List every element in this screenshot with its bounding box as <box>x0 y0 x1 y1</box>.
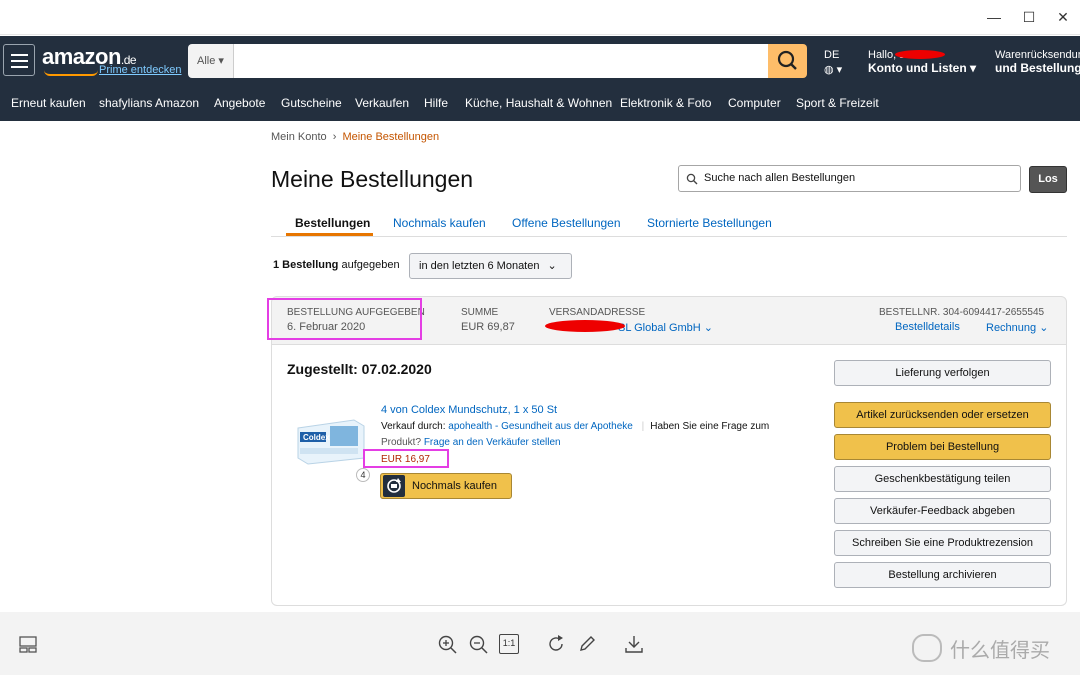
language-code: DE <box>824 49 840 61</box>
highlight-box-price <box>363 449 449 468</box>
seller-link[interactable]: apohealth - Gesundheit aus der Apotheke <box>448 421 633 432</box>
archive-order-button[interactable]: Bestellung archivieren <box>834 562 1051 588</box>
buy-again-icon <box>383 475 405 497</box>
highlight-box-date <box>267 298 422 340</box>
track-package-button[interactable]: Lieferung verfolgen <box>834 360 1051 386</box>
order-search-placeholder: Suche nach allen Bestellungen <box>704 172 856 184</box>
shipping-address-label: VERSANDADRESSE <box>549 307 646 318</box>
rotate-icon[interactable] <box>546 634 566 654</box>
subnav-computer[interactable]: Computer <box>728 96 781 110</box>
search-icon <box>686 173 698 185</box>
product-title-link[interactable]: 4 von Coldex Mundschutz, 1 x 50 St <box>381 404 557 416</box>
minimize-button[interactable]: — <box>984 8 1004 26</box>
order-search-button[interactable]: Los <box>1029 166 1067 193</box>
tab-bestellungen[interactable]: Bestellungen <box>295 216 370 230</box>
zoom-out-icon[interactable] <box>468 634 488 654</box>
tabs-divider <box>271 236 1067 237</box>
order-details-link[interactable]: Bestelldetails <box>895 321 960 333</box>
delivery-status: Zugestellt: 07.02.2020 <box>287 361 432 377</box>
order-search-input[interactable]: Suche nach allen Bestellungen <box>678 165 1021 192</box>
problem-order-button[interactable]: Problem bei Bestellung <box>834 434 1051 460</box>
subnav-user-amazon[interactable]: shafylians Amazon <box>99 96 199 110</box>
page-title: Meine Bestellungen <box>271 166 474 192</box>
quantity-badge: 4 <box>356 468 370 482</box>
breadcrumb-current: Meine Bestellungen <box>342 131 440 143</box>
subnav-sport[interactable]: Sport & Freizeit <box>796 96 879 110</box>
subnav-angebote[interactable]: Angebote <box>214 96 265 110</box>
order-sum-label: SUMME <box>461 307 499 318</box>
download-icon[interactable] <box>624 634 644 654</box>
actual-size-button[interactable]: 1:1 <box>499 634 519 654</box>
question-line: Produkt? Frage an den Verkäufer stellen <box>381 437 561 448</box>
language-selector[interactable]: DE ◍ ▾ <box>824 49 842 76</box>
divider: | <box>641 421 645 432</box>
tab-stornierte-bestellungen[interactable]: Stornierte Bestellungen <box>647 216 772 230</box>
redaction-mark <box>895 50 945 59</box>
invoice-dropdown[interactable]: Rechnung ⌄ <box>986 321 1048 334</box>
seller-prefix: Verkauf durch: <box>381 421 449 432</box>
prime-link[interactable]: Prime entdecken <box>99 64 182 76</box>
subnav-erneut-kaufen[interactable]: Erneut kaufen <box>11 96 86 110</box>
search-category-select[interactable]: Alle ▾ <box>188 44 234 78</box>
search-input[interactable] <box>234 44 768 78</box>
pencil-icon[interactable] <box>577 634 597 654</box>
subnav-elektronik[interactable]: Elektronik & Foto <box>620 96 711 110</box>
account-lists-menu[interactable]: Konto und Listen ▾ <box>868 61 976 75</box>
amazon-smile-icon <box>44 70 98 76</box>
subnav-verkaufen[interactable]: Verkaufen <box>355 96 409 110</box>
tab-nochmals-kaufen[interactable]: Nochmals kaufen <box>393 216 486 230</box>
zoom-in-icon[interactable] <box>437 634 457 654</box>
return-replace-button[interactable]: Artikel zurücksenden oder ersetzen <box>834 402 1051 428</box>
returns-line1[interactable]: Warenrücksendung <box>995 49 1080 61</box>
redaction-mark <box>545 320 625 332</box>
breadcrumb-separator: › <box>332 131 337 143</box>
subnav-kueche[interactable]: Küche, Haushalt & Wohnen <box>465 96 612 110</box>
sub-navigation: Erneut kaufen shafylians Amazon Angebote… <box>0 79 1080 121</box>
window-titlebar: — ☐ ✕ <box>0 0 1080 35</box>
order-number: BESTELLNR. 304-6094417-2655545 <box>879 307 1045 318</box>
globe-icon: ◍ ▾ <box>824 64 843 76</box>
subnav-hilfe[interactable]: Hilfe <box>424 96 448 110</box>
thumbnail-panel-icon[interactable] <box>18 634 38 654</box>
product-image[interactable]: Coldex <box>294 414 366 466</box>
tab-offene-bestellungen[interactable]: Offene Bestellungen <box>512 216 621 230</box>
svg-text:Coldex: Coldex <box>303 433 330 442</box>
chevron-down-icon: ⌄ <box>547 260 557 272</box>
order-sum-value: EUR 69,87 <box>461 321 515 333</box>
ask-seller-link[interactable]: Frage an den Verkäufer stellen <box>424 437 561 448</box>
maximize-button[interactable]: ☐ <box>1019 8 1039 26</box>
breadcrumb-mein-konto[interactable]: Mein Konto <box>271 131 327 143</box>
question-text: Haben Sie eine Frage zum <box>650 421 770 432</box>
seller-line: Verkauf durch: apohealth - Gesundheit au… <box>381 421 769 432</box>
question-text-2: Produkt? <box>381 437 424 448</box>
seller-feedback-button[interactable]: Verkäufer-Feedback abgeben <box>834 498 1051 524</box>
search-icon <box>777 50 797 70</box>
watermark-logo-icon <box>912 634 942 662</box>
shipping-address-dropdown[interactable]: SL Global GmbH ⌄ <box>618 321 713 334</box>
browser-tab-strip[interactable] <box>0 0 640 6</box>
watermark-text: 什么值得买 <box>950 640 1050 662</box>
search-button[interactable] <box>768 44 807 78</box>
menu-icon[interactable] <box>3 44 35 76</box>
order-count: 1 Bestellung aufgegeben <box>273 259 400 271</box>
share-gift-receipt-button[interactable]: Geschenkbestätigung teilen <box>834 466 1051 492</box>
subnav-gutscheine[interactable]: Gutscheine <box>281 96 342 110</box>
returns-orders-link[interactable]: und Bestellung <box>995 61 1080 75</box>
write-review-button[interactable]: Schreiben Sie eine Produktrezension <box>834 530 1051 556</box>
active-tab-indicator <box>286 233 373 236</box>
close-button[interactable]: ✕ <box>1053 8 1073 26</box>
breadcrumb: Mein Konto › Meine Bestellungen <box>271 131 439 143</box>
period-select[interactable]: in den letzten 6 Monaten ⌄ <box>409 253 572 279</box>
